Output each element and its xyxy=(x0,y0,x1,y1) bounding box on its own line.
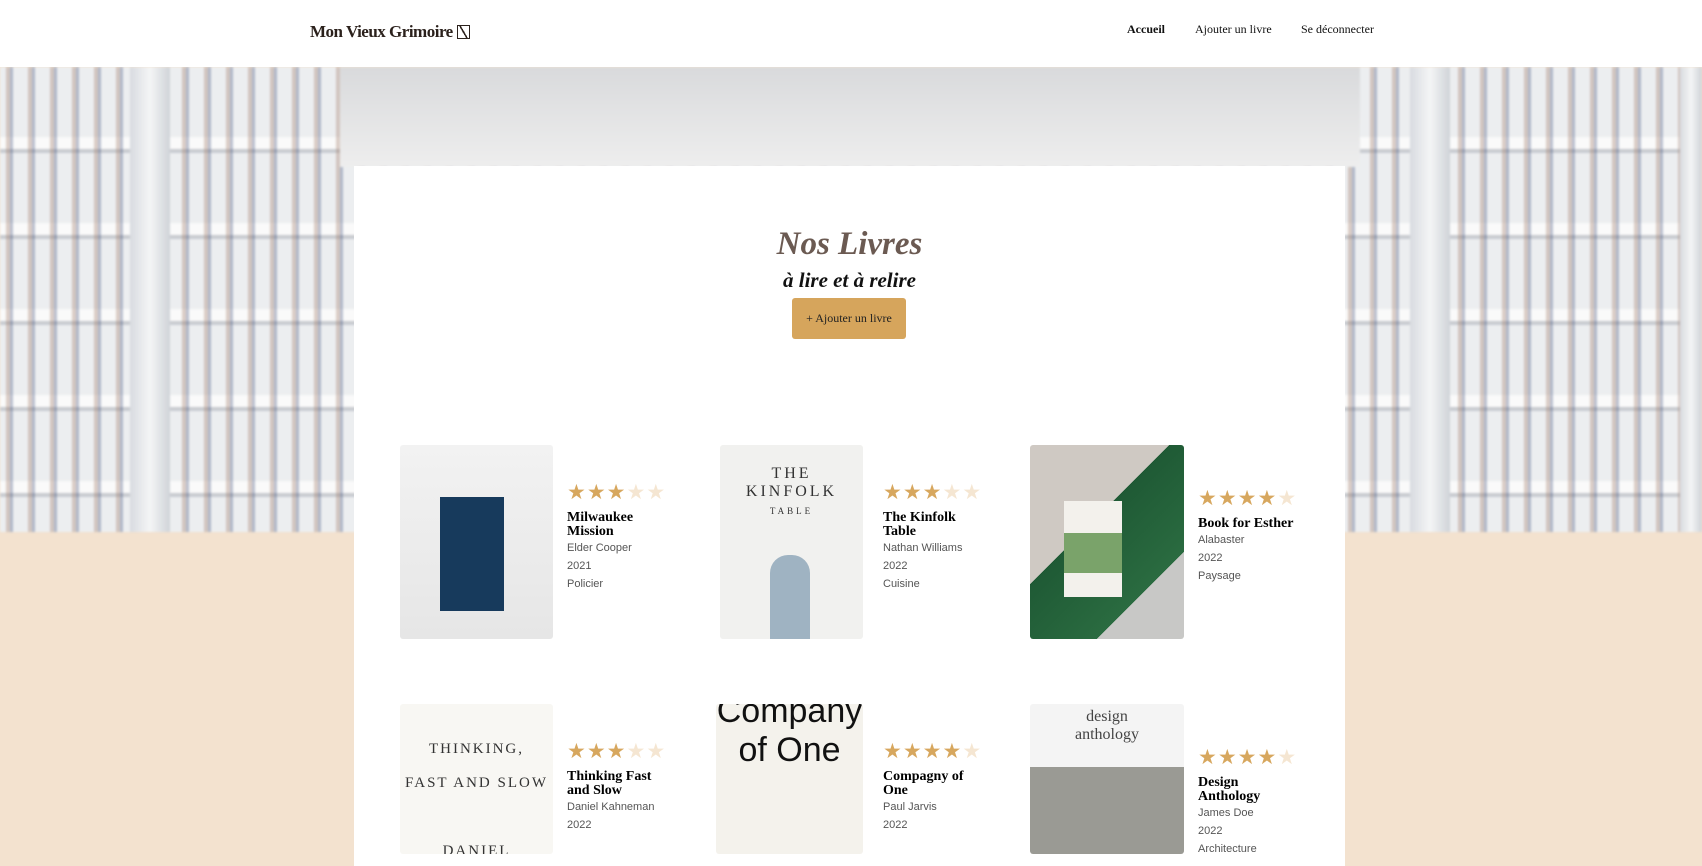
book-title[interactable]: Compagny of One xyxy=(883,770,983,798)
nav-accueil[interactable]: Accueil xyxy=(1127,22,1165,37)
book-author: Nathan Williams xyxy=(883,542,963,554)
star-icon: ★ xyxy=(1277,745,1297,769)
star-icon: ★ xyxy=(1277,486,1297,510)
book-cover-image[interactable] xyxy=(1030,445,1184,639)
star-icon: ★ xyxy=(626,480,646,504)
book-title[interactable]: Design Anthology xyxy=(1198,776,1298,804)
star-icon: ★ xyxy=(1237,486,1257,510)
rating-stars: ★ ★ ★ ★ ★ xyxy=(883,481,983,503)
book-author: Alabaster xyxy=(1198,534,1245,546)
star-icon: ★ xyxy=(646,739,666,763)
book-author: Paul Jarvis xyxy=(883,801,937,813)
rating-stars: ★ ★ ★ ★ ★ xyxy=(1198,746,1298,768)
rating-stars: ★ ★ ★ ★ ★ xyxy=(883,740,983,762)
book-genre: Architecture xyxy=(1198,843,1257,855)
star-icon: ★ xyxy=(922,739,942,763)
star-icon: ★ xyxy=(626,739,646,763)
star-icon: ★ xyxy=(1217,745,1237,769)
star-icon: ★ xyxy=(902,480,922,504)
book-year: 2022 xyxy=(1198,825,1223,837)
star-icon: ★ xyxy=(1237,745,1257,769)
book-author: James Doe xyxy=(1198,807,1254,819)
book-year: 2021 xyxy=(567,560,592,572)
star-icon: ★ xyxy=(883,480,902,504)
book-year: 2022 xyxy=(567,819,592,831)
book-cover-image[interactable] xyxy=(400,445,553,639)
nav-logout[interactable]: Se déconnecter xyxy=(1301,22,1374,37)
book-cover-image[interactable]: Company of One xyxy=(716,704,863,854)
book-title[interactable]: Thinking Fast and Slow xyxy=(567,770,667,798)
nav-add-book[interactable]: Ajouter un livre xyxy=(1195,22,1272,37)
star-icon: ★ xyxy=(586,739,606,763)
rating-stars: ★ ★ ★ ★ ★ xyxy=(567,740,667,762)
star-icon: ★ xyxy=(902,739,922,763)
book-year: 2022 xyxy=(883,819,908,831)
star-icon: ★ xyxy=(606,739,626,763)
header: Mon Vieux Grimoire Accueil Ajouter un li… xyxy=(0,0,1702,67)
book-genre: Policier xyxy=(567,578,604,590)
star-icon: ★ xyxy=(567,739,586,763)
book-cover-image[interactable]: THE KINFOLK TABLE xyxy=(720,445,863,639)
book-genre: Cuisine xyxy=(883,578,920,590)
rating-stars: ★ ★ ★ ★ ★ xyxy=(567,481,667,503)
book-genre: Paysage xyxy=(1198,570,1241,582)
star-icon: ★ xyxy=(586,480,606,504)
add-book-button[interactable]: + Ajouter un livre xyxy=(792,298,906,339)
book-author: Elder Cooper xyxy=(567,542,632,554)
logo[interactable]: Mon Vieux Grimoire xyxy=(310,22,470,42)
book-title[interactable]: The Kinfolk Table xyxy=(883,511,983,539)
star-icon: ★ xyxy=(1198,486,1217,510)
star-icon: ★ xyxy=(962,739,982,763)
star-icon: ★ xyxy=(1217,486,1237,510)
book-cover-image[interactable]: THINKING, FAST AND SLOW DANIEL xyxy=(400,704,553,854)
star-icon: ★ xyxy=(942,480,962,504)
star-icon: ★ xyxy=(942,739,962,763)
star-icon: ★ xyxy=(606,480,626,504)
star-icon: ★ xyxy=(1198,745,1217,769)
page-title: Nos Livres xyxy=(776,226,923,262)
book-cover-image[interactable]: design anthology xyxy=(1030,704,1184,854)
star-icon: ★ xyxy=(962,480,982,504)
star-icon: ★ xyxy=(1257,486,1277,510)
star-icon: ★ xyxy=(567,480,586,504)
book-year: 2022 xyxy=(883,560,908,572)
star-icon: ★ xyxy=(922,480,942,504)
logo-icon xyxy=(456,25,470,39)
page-subtitle: à lire et à relire xyxy=(783,268,916,292)
book-title[interactable]: Milwaukee Mission xyxy=(567,511,667,539)
book-author: Daniel Kahneman xyxy=(567,801,655,813)
rating-stars: ★ ★ ★ ★ ★ xyxy=(1198,487,1298,509)
book-year: 2022 xyxy=(1198,552,1223,564)
star-icon: ★ xyxy=(883,739,902,763)
star-icon: ★ xyxy=(1257,745,1277,769)
book-title[interactable]: Book for Esther xyxy=(1198,517,1298,531)
star-icon: ★ xyxy=(646,480,666,504)
